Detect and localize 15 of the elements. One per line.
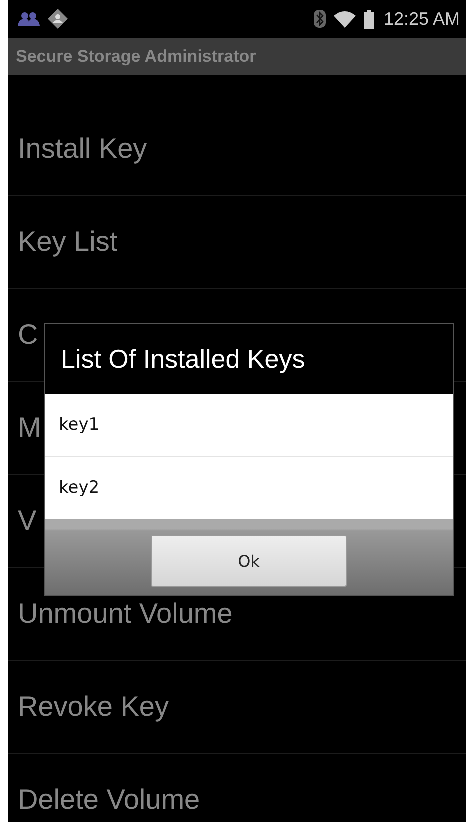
dialog-list-row[interactable]: key1	[45, 394, 453, 457]
app-title: Secure Storage Administrator	[16, 46, 256, 66]
menu-item[interactable]: Key List	[8, 196, 466, 289]
battery-icon	[364, 10, 374, 28]
bluetooth-icon	[314, 10, 326, 28]
menu-item[interactable]: Install Key	[8, 103, 466, 196]
dialog-list-row[interactable]: key2	[45, 457, 453, 519]
ok-button[interactable]: Ok	[151, 535, 347, 587]
status-time: 12:25 AM	[384, 8, 460, 30]
menu-item[interactable]: Revoke Key	[8, 661, 466, 754]
menu-item[interactable]: Delete Volume	[8, 754, 466, 822]
people-icon	[18, 12, 40, 26]
dialog-title: List Of Installed Keys	[60, 342, 306, 376]
diamond-icon	[48, 9, 68, 29]
wifi-icon	[334, 10, 356, 28]
